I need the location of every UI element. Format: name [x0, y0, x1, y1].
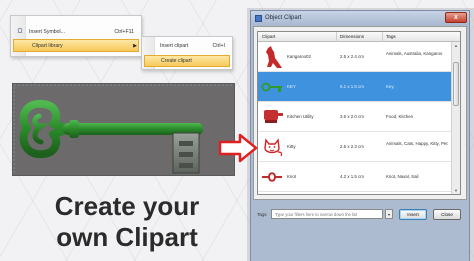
clipart-name: Kitty [287, 144, 296, 149]
column-header-dimensions[interactable]: Dimensions [340, 34, 364, 39]
chevron-down-icon[interactable]: ▾ [385, 209, 393, 219]
menu-item-clipart-library[interactable]: Clipart library ▶ [13, 39, 139, 52]
scrollbar-thumb[interactable] [453, 62, 459, 106]
promo-caption: Create your own Clipart [14, 191, 240, 253]
clipart-submenu: Insert clipart Ctrl+I Create clipart [141, 36, 233, 70]
list-scrollbar[interactable]: ▲ ▼ [451, 42, 460, 194]
insert-button[interactable]: Insert [399, 208, 427, 220]
list-header: Clipart Dimensions Tags [258, 32, 460, 42]
menu-item-shortcut: Ctrl+I [212, 43, 225, 49]
clipart-dimensions: 4.2 x 1.5 cm [340, 174, 364, 179]
menu-item-shortcut: Ctrl+F11 [114, 28, 134, 35]
red-arrow-icon [218, 133, 258, 163]
kitty-icon [264, 138, 283, 157]
menu-item-insert-clipart[interactable]: Insert clipart Ctrl+I [160, 40, 229, 52]
kitchen-utility-icon [264, 110, 283, 123]
clipart-list[interactable]: Clipart Dimensions Tags Kangaroo02 2.5 x… [257, 31, 461, 195]
dialog-footer: Tags: Type your filters here to narrow d… [257, 207, 463, 221]
clipart-tags: Animals, Australia, Kangaroo [386, 51, 443, 56]
context-menu: Ω Insert Symbol... Ctrl+F11 Clipart libr… [10, 15, 142, 57]
clipart-name: Kitchen Utility [287, 114, 314, 119]
submenu-arrow-icon: ▶ [133, 42, 137, 49]
clipart-tags: Key, [386, 84, 395, 89]
close-button[interactable]: Close [433, 208, 461, 220]
menu-item-insert-symbol[interactable]: Ω Insert Symbol... Ctrl+F11 [17, 25, 138, 38]
clipart-tags: Animals, Cats, Happy, Kitty, Pet [386, 141, 448, 146]
green-key-illustration [13, 84, 234, 175]
clipart-tags: Food, Kitchen [386, 114, 414, 119]
caption-line-1: Create your [54, 191, 200, 221]
list-item[interactable]: Knot 4.2 x 1.5 cm Knot, Naval, Sail [258, 162, 451, 192]
key-design-image [12, 83, 235, 176]
dialog-title: Object Clipart [265, 15, 302, 21]
list-item[interactable]: Kitty 2.5 x 2.3 cm Animals, Cats, Happy,… [258, 132, 451, 162]
menu-item-label: Create clipart [161, 58, 192, 64]
dialog-body: Clipart Dimensions Tags Kangaroo02 2.5 x… [253, 26, 467, 220]
clipart-name: Kangaroo02 [287, 54, 311, 59]
app-icon [255, 14, 262, 22]
object-clipart-dialog: Object Clipart x Clipart Dimensions Tags… [250, 10, 470, 261]
dialog-titlebar[interactable]: Object Clipart x [251, 11, 469, 25]
list-item[interactable]: Kangaroo02 2.5 x 2.4 cm Animals, Austral… [258, 42, 451, 72]
knot-icon [262, 172, 282, 182]
caption-line-2: own Clipart [56, 222, 198, 252]
scroll-down-icon[interactable]: ▼ [452, 188, 460, 193]
column-header-clipart[interactable]: Clipart [262, 34, 275, 39]
clipart-dimensions: 3.6 x 2.0 cm [340, 114, 364, 119]
key-icon [261, 82, 282, 92]
clipart-dimensions: 5.1 x 1.5 cm [340, 84, 364, 89]
close-icon[interactable]: x [445, 12, 467, 23]
column-header-tags[interactable]: Tags [386, 34, 396, 39]
scroll-up-icon[interactable]: ▲ [452, 43, 460, 48]
menu-item-create-clipart[interactable]: Create clipart [144, 55, 230, 67]
clipart-name: Knot [287, 174, 297, 179]
menu-item-label: Clipart library [32, 42, 63, 49]
menu-item-label: Insert clipart [160, 43, 189, 49]
clipart-dimensions: 2.5 x 2.4 cm [340, 54, 364, 59]
filter-placeholder: Type your filters here to narrow down th… [275, 211, 358, 217]
list-item[interactable]: Kitchen Utility 3.6 x 2.0 cm Food, Kitch… [258, 102, 451, 132]
tags-filter-input[interactable]: Type your filters here to narrow down th… [271, 209, 383, 219]
clipart-tags: Knot, Naval, Sail [386, 174, 419, 179]
menu-item-label: Insert Symbol... [29, 28, 66, 35]
symbol-icon: Ω [17, 27, 23, 35]
kangaroo-icon [266, 46, 282, 68]
clipart-name: KEY [287, 84, 296, 89]
clipart-dimensions: 2.5 x 2.3 cm [340, 144, 364, 149]
tags-filter-label: Tags: [257, 211, 268, 217]
list-item-selected[interactable]: KEY 5.1 x 1.5 cm Key, [258, 72, 451, 102]
